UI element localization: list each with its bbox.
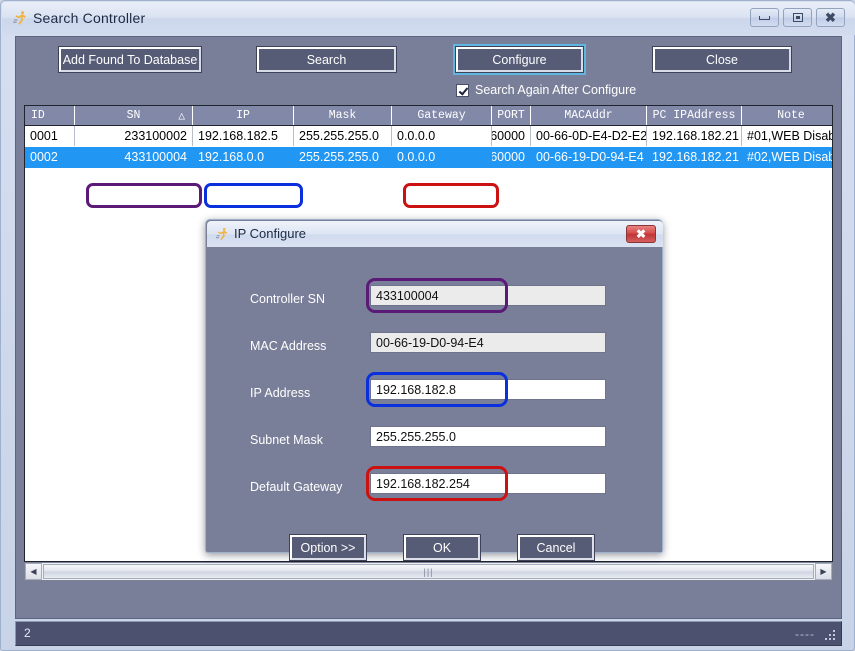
column-header-note[interactable]: Note (742, 106, 832, 125)
column-header-label: Gateway (417, 109, 466, 122)
configure-button[interactable]: Configure (453, 44, 586, 75)
column-header-label: Mask (328, 109, 357, 122)
cancel-label: Cancel (536, 540, 576, 555)
column-header-gateway[interactable]: Gateway (392, 106, 492, 125)
list-body: 0001 233100002 192.168.182.5 255.255.255.0 0… (25, 126, 832, 168)
cell-sn: 233100002 (75, 126, 193, 146)
close-button[interactable]: Close (653, 47, 791, 72)
table-row[interactable]: 0002 433100004 192.168.0.0 255.255.255.0 0.0… (25, 147, 832, 168)
dialog-titlebar: IP Configure ✖ (207, 221, 663, 247)
close-icon: ✖ (635, 227, 647, 241)
add-found-to-database-button[interactable]: Add Found To Database (59, 47, 201, 72)
cell-port: 60000 (492, 126, 531, 146)
sort-ascending-icon: △ (178, 111, 185, 123)
cancel-button[interactable]: Cancel (518, 535, 594, 560)
dialog-close-button[interactable]: ✖ (626, 225, 656, 243)
cell-ip: 192.168.182.5 (193, 126, 294, 146)
cell-pcip: 192.168.182.21 (652, 150, 739, 164)
column-header-label: IP (236, 109, 250, 122)
window-close-button[interactable]: ✖ (816, 8, 845, 27)
cell-gateway: 0.0.0.0 (392, 126, 492, 146)
cell-mask: 255.255.255.0 (299, 150, 379, 164)
cell-id: 0002 (30, 150, 58, 164)
scrollbar-track[interactable]: ||| (42, 563, 815, 580)
status-count: 2 (24, 626, 31, 640)
column-header-label: ID (31, 109, 45, 122)
label-default-gateway: Default Gateway (250, 480, 343, 494)
close-label: Close (706, 52, 738, 67)
label-mac-address: MAC Address (250, 339, 327, 353)
column-header-pcip[interactable]: PC IPAddress (647, 106, 742, 125)
option-label: Option >> (300, 540, 356, 555)
input-subnet-mask[interactable]: 255.255.255.0 (370, 426, 606, 447)
runner-icon (13, 11, 26, 25)
input-ip-address[interactable]: 192.168.182.8 (370, 379, 606, 400)
cell-ip: 192.168.0.0 (198, 150, 265, 164)
close-icon: ✖ (825, 10, 836, 25)
configure-label: Configure (492, 52, 547, 67)
cell-pcip: 192.168.182.21 (647, 126, 742, 146)
search-label: Search (306, 52, 347, 67)
minimize-icon (759, 15, 770, 20)
scroll-left-arrow-icon[interactable]: ◀ (25, 563, 42, 580)
minimize-button[interactable] (750, 8, 779, 27)
field-row-mac-address: MAC Address 00-66-19-D0-94-E4 (208, 332, 662, 362)
scrollbar-thumb[interactable]: ||| (43, 564, 814, 579)
search-again-after-configure-checkbox[interactable]: Search Again After Configure (456, 82, 636, 98)
window-title: Search Controller (33, 10, 146, 26)
label-controller-sn: Controller SN (250, 292, 326, 306)
label-subnet-mask: Subnet Mask (250, 433, 323, 447)
column-header-mac[interactable]: MACAddr (531, 106, 647, 125)
ip-configure-dialog: IP Configure ✖ Controller SN 433100004 MAC… (205, 219, 663, 560)
table-row[interactable]: 0001 233100002 192.168.182.5 255.255.255.0 0… (25, 126, 832, 147)
column-header-sn[interactable]: SN △ (75, 106, 193, 125)
column-header-ip[interactable]: IP (193, 106, 294, 125)
status-right-text: ---- (795, 627, 815, 641)
input-controller-sn: 433100004 (370, 285, 606, 306)
scroll-right-arrow-icon[interactable]: ▶ (815, 563, 832, 580)
input-mac-address: 00-66-19-D0-94-E4 (370, 332, 606, 353)
dialog-title: IP Configure (234, 226, 307, 241)
cell-id: 0001 (25, 126, 75, 146)
main-window: Search Controller ✖ Add Found To Databas… (0, 0, 855, 651)
label-ip-address: IP Address (250, 386, 311, 400)
horizontal-scrollbar[interactable]: ◀ ||| ▶ (24, 562, 833, 581)
cell-note: #02,WEB Disabled (747, 150, 832, 164)
list-header-row: ID SN △ IP Mask Gateway PORT MACAddr PC IPAddres… (25, 106, 832, 126)
field-row-subnet-mask: Subnet Mask 255.255.255.0 (208, 426, 662, 456)
cell-mask: 255.255.255.0 (294, 126, 392, 146)
search-again-after-configure-label: Search Again After Configure (475, 83, 637, 97)
resize-grip-icon[interactable] (824, 629, 837, 642)
checkbox-checked-icon[interactable] (456, 83, 469, 97)
maximize-button[interactable] (783, 8, 812, 27)
cell-note: #01,WEB Disabled (742, 126, 832, 146)
column-header-mask[interactable]: Mask (294, 106, 392, 125)
cell-gateway: 0.0.0.0 (397, 150, 436, 164)
window-titlebar: Search Controller ✖ (2, 2, 855, 35)
field-row-default-gateway: Default Gateway 192.168.182.254 (208, 466, 662, 503)
column-header-label: MACAddr (564, 109, 613, 122)
dialog-body: Controller SN 433100004 MAC Address 00-66-1… (208, 247, 662, 560)
maximize-icon (792, 13, 803, 22)
cell-mac: 00-66-0D-E4-D2-E2 (531, 126, 647, 146)
ok-label: OK (432, 540, 452, 555)
column-header-label: PORT (497, 109, 525, 122)
input-default-gateway[interactable]: 192.168.182.254 (370, 473, 606, 494)
column-header-id[interactable]: ID (25, 106, 75, 125)
status-bar: 2 ---- (15, 621, 842, 646)
ok-button[interactable]: OK (404, 535, 480, 560)
cell-sn: 433100004 (124, 150, 187, 164)
option-button[interactable]: Option >> (290, 535, 366, 560)
cell-mac: 00-66-19-D0-94-E4 (536, 150, 644, 164)
add-found-to-database-label: Add Found To Database (62, 52, 198, 67)
search-button[interactable]: Search (257, 47, 396, 72)
column-header-port[interactable]: PORT (492, 106, 531, 125)
cell-port: 60000 (492, 150, 525, 164)
column-header-label: Note (777, 109, 805, 122)
field-row-controller-sn: Controller SN 433100004 (208, 278, 662, 315)
runner-icon (215, 227, 228, 241)
column-header-label: SN (126, 109, 141, 122)
column-header-label: PC IPAddress (652, 109, 736, 122)
field-row-ip-address: IP Address 192.168.182.8 (208, 372, 662, 409)
